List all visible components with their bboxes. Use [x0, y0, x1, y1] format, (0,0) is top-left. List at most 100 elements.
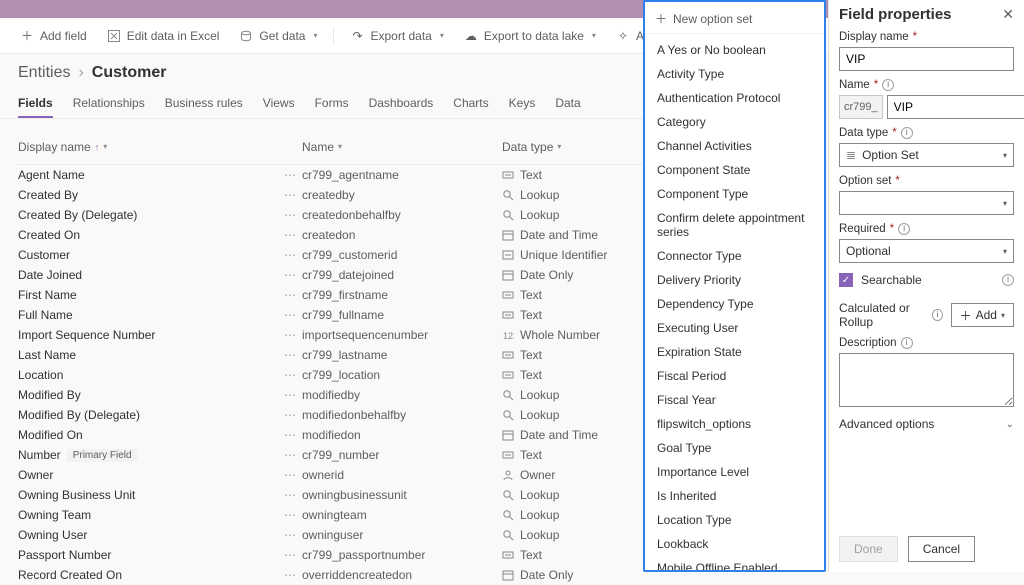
row-more-icon[interactable]: ⋯: [278, 248, 302, 262]
row-more-icon[interactable]: ⋯: [278, 168, 302, 182]
option-set-item[interactable]: Component State: [645, 158, 824, 182]
option-set-item[interactable]: Connector Type: [645, 244, 824, 268]
description-label: Description i: [839, 337, 1014, 349]
option-set-item[interactable]: Fiscal Period: [645, 364, 824, 388]
field-display-name: Record Created On: [18, 568, 122, 582]
option-set-item[interactable]: Dependency Type: [645, 292, 824, 316]
row-more-icon[interactable]: ⋯: [278, 348, 302, 362]
tab-charts[interactable]: Charts: [453, 90, 488, 118]
option-set-select[interactable]: ▾: [839, 191, 1014, 215]
option-set-item[interactable]: flipswitch_options: [645, 412, 824, 436]
info-icon[interactable]: i: [932, 309, 942, 321]
option-set-dropdown[interactable]: ＋ New option set A Yes or No booleanActi…: [643, 0, 826, 572]
data-type-label: Date Only: [520, 568, 573, 582]
field-display-name: Modified By (Delegate): [18, 408, 140, 422]
tab-data[interactable]: Data: [555, 90, 580, 118]
option-set-item[interactable]: Location Type: [645, 508, 824, 532]
field-schema-name: createdby: [302, 188, 502, 202]
get-data-button[interactable]: Get data ▾: [231, 25, 325, 47]
row-more-icon[interactable]: ⋯: [278, 528, 302, 542]
row-more-icon[interactable]: ⋯: [278, 288, 302, 302]
tab-forms[interactable]: Forms: [315, 90, 349, 118]
description-input[interactable]: [839, 353, 1014, 407]
searchable-label: Searchable: [861, 273, 922, 287]
row-more-icon[interactable]: ⋯: [278, 468, 302, 482]
lookup-icon: [502, 509, 514, 521]
chevron-down-icon: ▾: [1003, 199, 1007, 208]
option-set-item[interactable]: Activity Type: [645, 62, 824, 86]
info-icon[interactable]: i: [898, 223, 910, 235]
row-more-icon[interactable]: ⋯: [278, 188, 302, 202]
info-icon[interactable]: i: [901, 337, 913, 349]
row-more-icon[interactable]: ⋯: [278, 368, 302, 382]
tab-business-rules[interactable]: Business rules: [165, 90, 243, 118]
done-button[interactable]: Done: [839, 536, 898, 562]
option-set-item[interactable]: Goal Type: [645, 436, 824, 460]
option-set-item[interactable]: Channel Activities: [645, 134, 824, 158]
plus-icon: ＋: [655, 10, 667, 27]
export-data-button[interactable]: ↷ Export data ▾: [342, 25, 451, 47]
required-select[interactable]: Optional ▾: [839, 239, 1014, 263]
add-field-button[interactable]: ＋ Add field: [12, 25, 95, 47]
option-set-item[interactable]: Fiscal Year: [645, 388, 824, 412]
option-set-item[interactable]: Executing User: [645, 316, 824, 340]
row-more-icon[interactable]: ⋯: [278, 428, 302, 442]
option-set-item[interactable]: Mobile Offline Enabled Entities: [645, 556, 824, 572]
data-type-label: Whole Number: [520, 328, 600, 342]
cancel-button[interactable]: Cancel: [908, 536, 975, 562]
data-type-select[interactable]: ≣ Option Set ▾: [839, 143, 1014, 167]
row-more-icon[interactable]: ⋯: [278, 508, 302, 522]
row-more-icon[interactable]: ⋯: [278, 488, 302, 502]
field-display-name: Customer: [18, 248, 70, 262]
searchable-checkbox[interactable]: ✓: [839, 273, 853, 287]
option-set-item[interactable]: Component Type: [645, 182, 824, 206]
row-more-icon[interactable]: ⋯: [278, 548, 302, 562]
col-display-name[interactable]: Display name ↑ ▾: [18, 140, 278, 154]
info-icon[interactable]: i: [882, 79, 894, 91]
row-more-icon[interactable]: ⋯: [278, 568, 302, 582]
row-more-icon[interactable]: ⋯: [278, 208, 302, 222]
row-more-icon[interactable]: ⋯: [278, 408, 302, 422]
col-data-type[interactable]: Data type ▾: [502, 140, 662, 154]
add-calc-button[interactable]: ＋ Add ▾: [951, 303, 1014, 327]
tab-keys[interactable]: Keys: [509, 90, 536, 118]
lookup-icon: [502, 389, 514, 401]
select-value: Optional: [846, 244, 891, 258]
name-input[interactable]: [887, 95, 1024, 119]
row-more-icon[interactable]: ⋯: [278, 228, 302, 242]
row-more-icon[interactable]: ⋯: [278, 328, 302, 342]
row-more-icon[interactable]: ⋯: [278, 388, 302, 402]
option-set-item[interactable]: Lookback: [645, 532, 824, 556]
option-set-item[interactable]: A Yes or No boolean: [645, 38, 824, 62]
row-more-icon[interactable]: ⋯: [278, 308, 302, 322]
edit-excel-button[interactable]: Edit data in Excel: [99, 25, 228, 47]
option-set-item[interactable]: Importance Level: [645, 460, 824, 484]
lookup-icon: [502, 189, 514, 201]
breadcrumb-root[interactable]: Entities: [18, 64, 70, 82]
tab-views[interactable]: Views: [263, 90, 295, 118]
row-more-icon[interactable]: ⋯: [278, 268, 302, 282]
tab-relationships[interactable]: Relationships: [73, 90, 145, 118]
tab-dashboards[interactable]: Dashboards: [369, 90, 434, 118]
display-name-input[interactable]: [839, 47, 1014, 71]
option-set-item[interactable]: Authentication Protocol: [645, 86, 824, 110]
info-icon[interactable]: i: [901, 127, 913, 139]
new-option-set-button[interactable]: ＋ New option set: [645, 6, 824, 34]
option-set-label: Option set*: [839, 175, 1014, 187]
col-name[interactable]: Name ▾: [302, 140, 502, 154]
row-more-icon[interactable]: ⋯: [278, 448, 302, 462]
close-icon[interactable]: ✕: [1002, 6, 1014, 23]
field-display-name: Number: [18, 448, 61, 462]
option-set-item[interactable]: Expiration State: [645, 340, 824, 364]
export-lake-button[interactable]: ☁ Export to data lake ▾: [456, 25, 604, 47]
field-display-name: Date Joined: [18, 268, 82, 282]
advanced-options-toggle[interactable]: Advanced options ⌄: [839, 417, 1014, 431]
option-set-item[interactable]: Confirm delete appointment series: [645, 206, 824, 244]
tab-fields[interactable]: Fields: [18, 90, 53, 118]
option-set-item[interactable]: Is Inherited: [645, 484, 824, 508]
info-icon[interactable]: i: [1002, 274, 1014, 286]
option-set-item[interactable]: Category: [645, 110, 824, 134]
name-prefix: cr799_: [839, 95, 883, 119]
advanced-label: Advanced options: [839, 417, 934, 431]
option-set-item[interactable]: Delivery Priority: [645, 268, 824, 292]
